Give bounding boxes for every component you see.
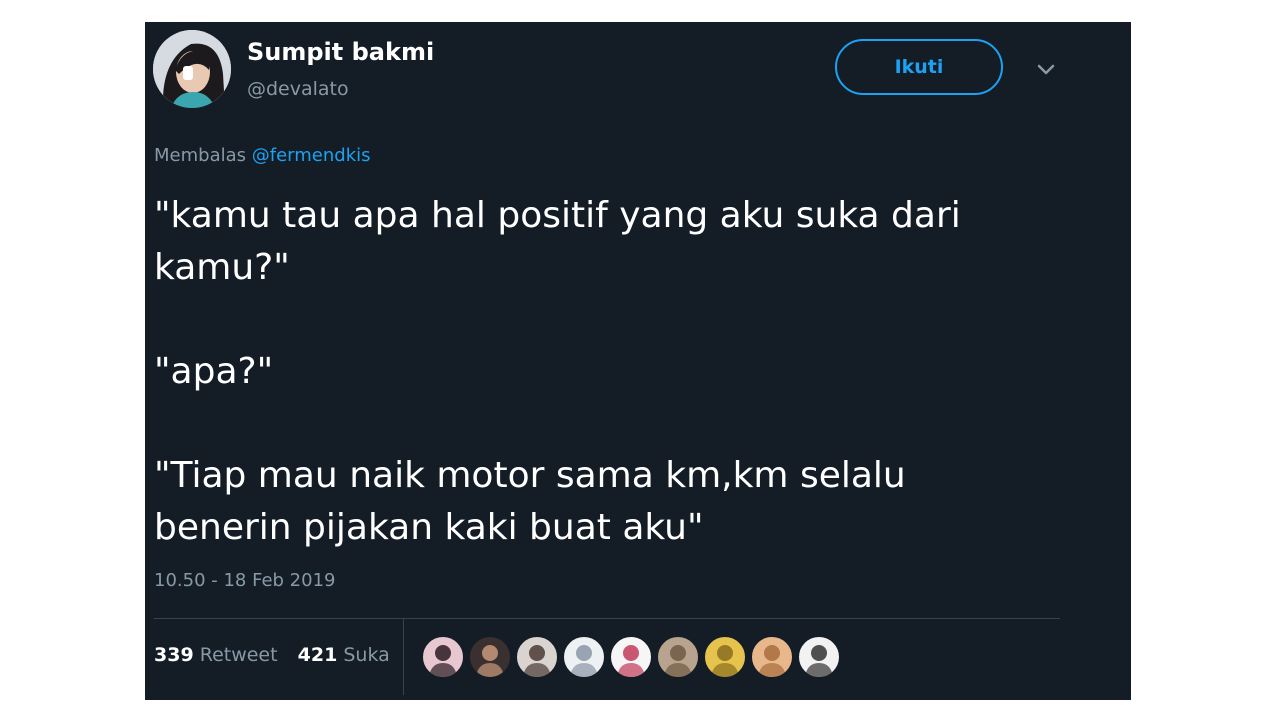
tweet-line: "Tiap mau naik motor sama km,km selalu <box>154 455 906 496</box>
retweet-count[interactable]: 339 Retweet <box>154 644 278 666</box>
reply-context: Membalas @fermendkis <box>154 145 371 166</box>
like-label: Suka <box>343 644 390 666</box>
like-count[interactable]: 421 Suka <box>298 644 390 666</box>
liker-avatar[interactable] <box>751 636 793 678</box>
tweet-timestamp[interactable]: 10.50 - 18 Feb 2019 <box>154 570 336 591</box>
retweet-number: 339 <box>154 644 194 666</box>
author-display-name[interactable]: Sumpit bakmi <box>247 38 434 66</box>
tweet-stats: 339 Retweet 421 Suka <box>154 644 404 666</box>
tweet-card: Sumpit bakmi @devalato Ikuti Membalas @f… <box>145 22 1131 700</box>
like-number: 421 <box>297 644 338 666</box>
author-handle[interactable]: @devalato <box>247 78 349 100</box>
chevron-down-icon[interactable] <box>1035 58 1057 80</box>
liker-avatar[interactable] <box>657 636 699 678</box>
liker-avatar[interactable] <box>469 636 511 678</box>
tweet-line: benerin pijakan kaki buat aku" <box>154 507 704 548</box>
liker-avatar[interactable] <box>798 636 840 678</box>
liker-avatar[interactable] <box>610 636 652 678</box>
liker-avatar[interactable] <box>563 636 605 678</box>
tweet-line: "apa?" <box>154 351 274 392</box>
tweet-line: kamu?" <box>154 247 290 288</box>
liker-avatar[interactable] <box>516 636 558 678</box>
divider <box>154 618 1060 619</box>
reply-prefix: Membalas <box>154 145 247 166</box>
follow-button[interactable]: Ikuti <box>835 39 1003 95</box>
liker-avatar[interactable] <box>422 636 464 678</box>
retweet-label: Retweet <box>199 644 278 666</box>
tweet-text: "kamu tau apa hal positif yang aku suka … <box>154 190 1084 554</box>
liker-avatar[interactable] <box>704 636 746 678</box>
author-avatar-image <box>153 30 231 108</box>
reply-mention-link[interactable]: @fermendkis <box>252 145 371 166</box>
tweet-line: "kamu tau apa hal positif yang aku suka … <box>154 195 961 236</box>
author-avatar[interactable] <box>153 30 231 108</box>
